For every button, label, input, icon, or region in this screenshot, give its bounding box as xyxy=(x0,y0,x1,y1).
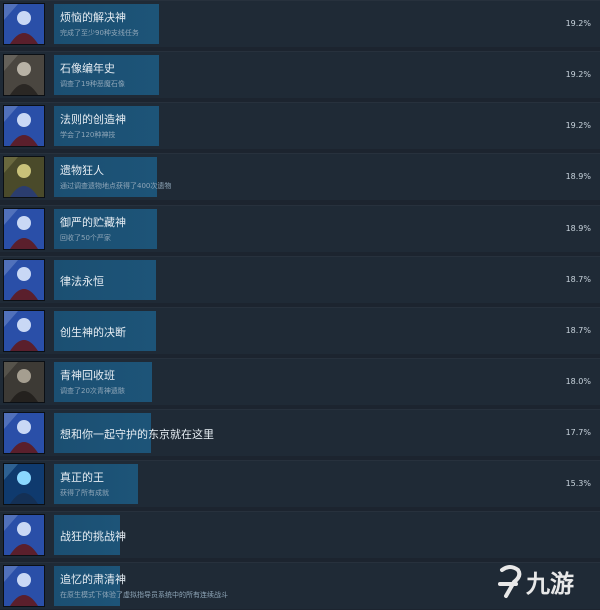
achievement-description: 调查了20次青神遗骸 xyxy=(60,387,125,395)
unlock-percent: 18.0% xyxy=(565,377,591,386)
achievement-row[interactable]: 律法永恒 18.7% xyxy=(0,256,600,303)
achievement-title: 御严的贮藏神 xyxy=(60,216,126,229)
character-portrait-icon xyxy=(3,310,45,352)
achievement-row[interactable]: 想和你一起守护的东京就在这里 17.7% xyxy=(0,409,600,456)
achievement-title: 青神回收班 xyxy=(60,369,115,382)
character-portrait-icon xyxy=(3,514,45,556)
watermark: 九游 xyxy=(498,565,574,598)
achievement-row[interactable]: 青神回收班调查了20次青神遗骸 18.0% xyxy=(0,358,600,405)
achievement-description: 回收了50个严家 xyxy=(60,234,111,242)
achievement-row[interactable]: 御严的贮藏神回收了50个严家 18.9% xyxy=(0,205,600,252)
achievement-row[interactable]: 真正的王获得了所有成就 15.3% xyxy=(0,460,600,507)
unlock-percent: 17.7% xyxy=(565,428,591,437)
achievement-description: 通过调查遗物地点获得了400次遗物 xyxy=(60,182,172,190)
achievement-description: 学会了120种神技 xyxy=(60,131,116,139)
unlock-percent: 18.7% xyxy=(565,326,591,335)
achievement-row[interactable]: 创生神的决断 18.7% xyxy=(0,307,600,354)
relic-scene-icon xyxy=(3,156,45,198)
watermark-text: 九游 xyxy=(525,570,574,598)
achievement-title: 法则的创造神 xyxy=(60,113,126,126)
character-portrait-icon xyxy=(3,259,45,301)
unlock-percent: 18.9% xyxy=(565,172,591,181)
achievement-row[interactable]: 烦恼的解决神完成了至少90种支线任务 19.2% xyxy=(0,0,600,47)
achievement-title: 遗物狂人 xyxy=(60,164,104,177)
achievement-title: 想和你一起守护的东京就在这里 xyxy=(60,428,214,441)
unlock-percent: 18.7% xyxy=(565,275,591,284)
unlock-percent: 19.2% xyxy=(565,121,591,130)
achievement-description: 获得了所有成就 xyxy=(60,489,109,497)
character-portrait-icon xyxy=(3,565,45,607)
unlock-percent: 15.3% xyxy=(565,479,591,488)
achievement-description: 完成了至少90种支线任务 xyxy=(60,29,139,37)
glowing-light-icon xyxy=(3,463,45,505)
achievement-row[interactable]: 战狂的挑战神 xyxy=(0,511,600,558)
achievement-title: 创生神的决断 xyxy=(60,326,126,339)
remains-scene-icon xyxy=(3,361,45,403)
achievement-description: 调查了19种恶魔石像 xyxy=(60,80,125,88)
achievement-title: 石像编年史 xyxy=(60,62,115,75)
unlock-percent: 18.9% xyxy=(565,224,591,233)
unlock-percent: 19.2% xyxy=(565,70,591,79)
achievement-title: 战狂的挑战神 xyxy=(60,530,126,543)
stone-statue-icon xyxy=(3,54,45,96)
achievement-title: 律法永恒 xyxy=(60,275,104,288)
character-portrait-icon xyxy=(3,208,45,250)
achievement-title: 真正的王 xyxy=(60,471,104,484)
achievement-title: 烦恼的解决神 xyxy=(60,11,126,24)
character-portrait-icon xyxy=(3,412,45,454)
achievement-description: 在原生模式下体验了虚拟指导员系统中的所有连续战斗 xyxy=(60,591,228,599)
achievement-row[interactable]: 遗物狂人通过调查遗物地点获得了400次遗物 18.9% xyxy=(0,153,600,200)
unlock-percent: 19.2% xyxy=(565,19,591,28)
character-portrait-icon xyxy=(3,3,45,45)
character-portrait-icon xyxy=(3,105,45,147)
achievement-row[interactable]: 法则的创造神学会了120种神技 19.2% xyxy=(0,102,600,149)
achievement-row[interactable]: 石像编年史调查了19种恶魔石像 19.2% xyxy=(0,51,600,98)
achievement-list: 烦恼的解决神完成了至少90种支线任务 19.2% 石像编年史调查了19种恶魔石像 19… xyxy=(0,0,600,610)
achievement-title: 追忆的肃清神 xyxy=(60,573,126,586)
jiuyou-logo-icon xyxy=(498,565,522,598)
